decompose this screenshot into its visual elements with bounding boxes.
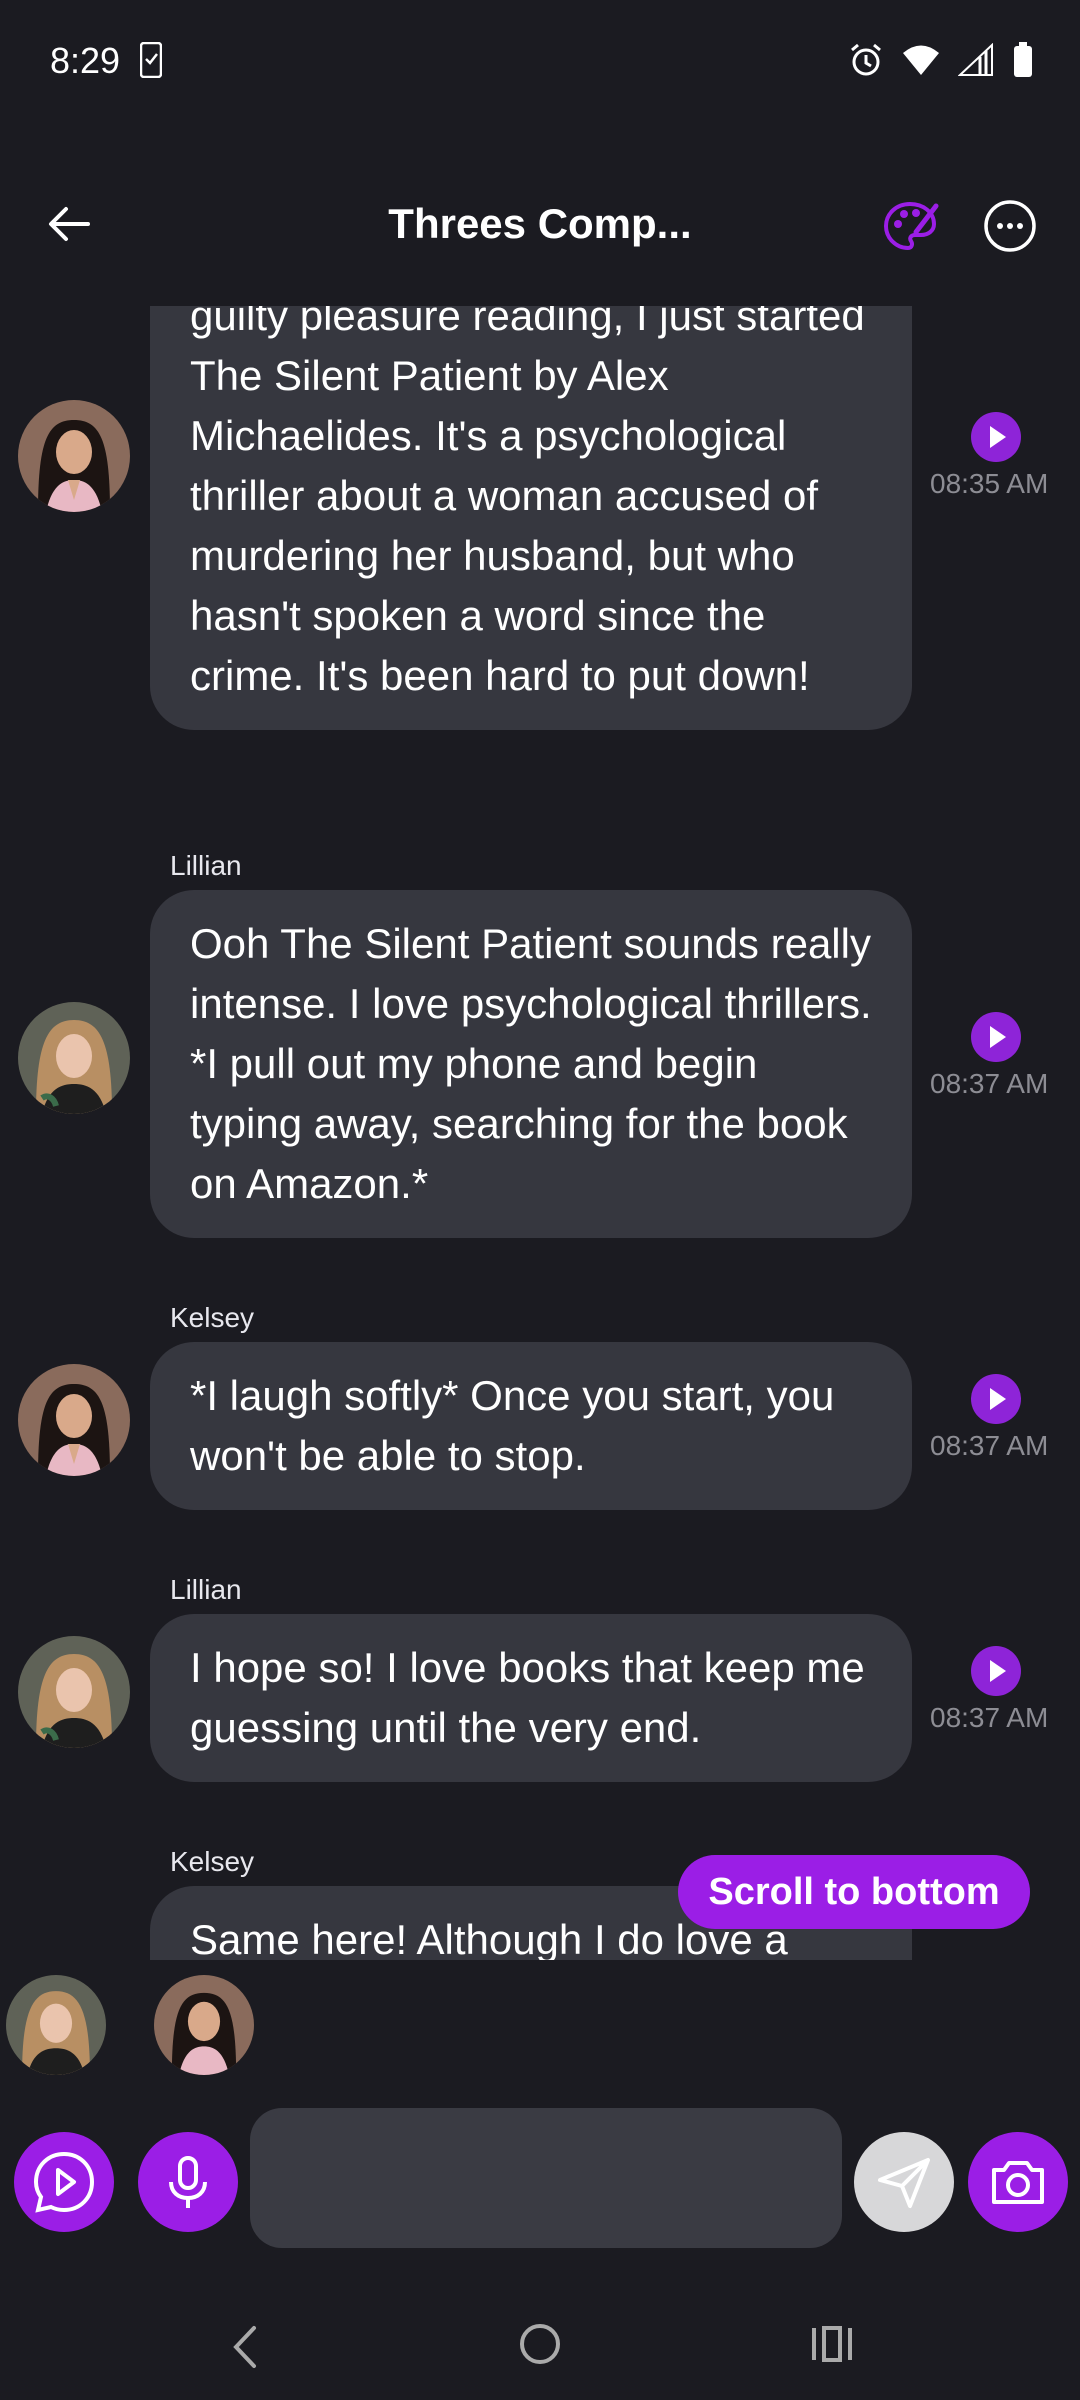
microphone-icon [169, 2156, 207, 2208]
participant-avatar-kelsey[interactable] [154, 1975, 254, 2075]
avatar-kelsey[interactable] [18, 400, 130, 512]
avatar-lillian[interactable] [18, 1636, 130, 1748]
play-audio-button[interactable] [971, 1012, 1021, 1062]
microphone-button[interactable] [138, 2132, 238, 2232]
sender-name: Lillian [170, 1574, 242, 1605]
message-bubble[interactable]: guilty pleasure reading, I just started … [150, 306, 912, 730]
chat-messages[interactable]: guilty pleasure reading, I just started … [0, 306, 1080, 1960]
message-bubble[interactable]: *I laugh softly* Once you start, you won… [150, 1342, 912, 1510]
participants-row [0, 1975, 1080, 2085]
send-button[interactable] [854, 2132, 954, 2232]
chat-header: Threes Comp... [0, 170, 1080, 280]
message-text: guilty pleasure reading, I just started … [190, 306, 865, 699]
sender-name: Kelsey [170, 1302, 255, 1333]
avatar-image [18, 1636, 130, 1748]
avatar-image [18, 1364, 130, 1476]
system-nav-bar [0, 2300, 1080, 2400]
play-audio-button[interactable] [971, 1646, 1021, 1696]
nav-back-icon[interactable] [226, 2322, 266, 2372]
avatar-image [154, 1975, 254, 2075]
alarm-icon [851, 43, 881, 76]
voice-chat-button[interactable] [14, 2132, 114, 2232]
sender-name: Kelsey [170, 1846, 255, 1877]
play-chat-icon [33, 2151, 95, 2213]
play-audio-button[interactable] [971, 412, 1021, 462]
sender-name: Lillian [170, 850, 242, 881]
avatar-lillian[interactable] [18, 1002, 130, 1114]
nav-home-icon[interactable] [518, 2322, 562, 2366]
camera-icon [992, 2161, 1044, 2204]
phone-checklist-icon [140, 42, 162, 78]
status-bar: 8:29 [0, 0, 1080, 124]
status-time: 8:29 [50, 40, 121, 81]
message-input[interactable] [250, 2108, 842, 2248]
signal-icon [958, 43, 993, 76]
message-text: *I laugh softly* Once you start, you won… [190, 1372, 835, 1479]
message-text: I hope so! I love books that keep me gue… [190, 1644, 865, 1751]
message-text: Ooh The Silent Patient sounds really int… [190, 920, 872, 1207]
more-options-icon[interactable] [982, 198, 1038, 254]
scroll-to-bottom-button[interactable]: Scroll to bottom [678, 1855, 1030, 1929]
message-time: 08:37 AM [930, 1430, 1049, 1461]
play-audio-button[interactable] [971, 1374, 1021, 1424]
avatar-image [18, 400, 130, 512]
message-time: 08:37 AM [930, 1702, 1049, 1733]
send-icon [878, 2158, 930, 2208]
message-time: 08:37 AM [930, 1068, 1049, 1099]
message-bubble[interactable]: Ooh The Silent Patient sounds really int… [150, 890, 912, 1238]
nav-recents-icon[interactable] [810, 2324, 854, 2364]
status-icons [848, 42, 1034, 78]
avatar-image [6, 1975, 106, 2075]
message-composer [0, 2108, 1080, 2248]
message-bubble[interactable]: I hope so! I love books that keep me gue… [150, 1614, 912, 1782]
avatar-kelsey[interactable] [18, 1364, 130, 1476]
avatar-image [18, 1002, 130, 1114]
palette-icon[interactable] [880, 196, 940, 256]
camera-button[interactable] [968, 2132, 1068, 2232]
wifi-icon [903, 45, 939, 75]
battery-icon [1014, 42, 1032, 77]
participant-avatar-lillian[interactable] [6, 1975, 106, 2075]
message-time: 08:35 AM [930, 468, 1049, 499]
